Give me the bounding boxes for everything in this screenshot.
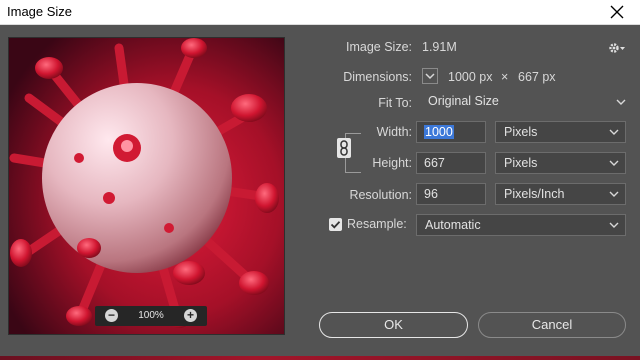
resolution-unit-value: Pixels/Inch — [504, 187, 565, 201]
close-button[interactable] — [594, 0, 640, 25]
width-unit-value: Pixels — [504, 125, 538, 139]
resolution-unit-select[interactable]: Pixels/Inch — [495, 183, 626, 205]
height-input[interactable]: 667 — [416, 152, 486, 174]
chevron-down-icon — [609, 160, 619, 166]
height-label: Height: — [372, 156, 412, 170]
chevron-down-icon — [425, 73, 435, 80]
dimensions-times: × — [501, 70, 509, 84]
dialog-body: − 100% + Image Size: 1.91M Dimensions: 1… — [0, 25, 640, 360]
constrain-proportions-link-icon[interactable] — [337, 138, 351, 158]
resolution-value: 96 — [424, 187, 438, 201]
dimensions-units-toggle[interactable] — [422, 68, 438, 84]
resample-checkbox[interactable] — [329, 218, 342, 231]
dimensions-width: 1000 px — [448, 70, 493, 84]
ok-button[interactable]: OK — [319, 312, 468, 338]
resample-value: Automatic — [425, 218, 481, 232]
zoom-in-icon[interactable]: + — [184, 309, 197, 322]
background-strip — [0, 356, 640, 360]
chevron-down-icon — [609, 129, 619, 135]
resolution-label: Resolution: — [349, 188, 412, 202]
dimensions-height: 667 px — [518, 70, 556, 84]
chevron-down-icon — [609, 191, 619, 197]
virus-image — [9, 38, 284, 334]
fit-to-select[interactable]: Original Size — [428, 94, 626, 110]
height-unit-select[interactable]: Pixels — [495, 152, 626, 174]
title-bar: Image Size — [0, 0, 640, 25]
checkmark-icon — [330, 221, 341, 229]
chevron-down-icon — [616, 99, 626, 105]
settings-gear-icon[interactable] — [608, 41, 626, 59]
image-preview[interactable]: − 100% + — [8, 37, 285, 335]
chevron-down-icon — [609, 222, 619, 228]
width-label: Width: — [376, 125, 412, 139]
image-size-label: Image Size: — [345, 40, 412, 54]
height-unit-value: Pixels — [504, 156, 538, 170]
resolution-input[interactable]: 96 — [416, 183, 486, 205]
dimensions-label: Dimensions: — [343, 70, 412, 84]
close-icon — [610, 5, 624, 19]
fit-to-value: Original Size — [428, 94, 499, 108]
resample-select[interactable]: Automatic — [416, 214, 626, 236]
resample-label: Resample: — [347, 217, 407, 231]
fit-to-label: Fit To: — [378, 96, 412, 110]
window-title: Image Size — [7, 4, 73, 19]
zoom-control: − 100% + — [95, 306, 207, 326]
height-value: 667 — [424, 156, 445, 170]
width-value: 1000 — [424, 125, 454, 139]
cancel-button[interactable]: Cancel — [478, 312, 626, 338]
image-size-value: 1.91M — [422, 40, 457, 54]
width-unit-select[interactable]: Pixels — [495, 121, 626, 143]
width-input[interactable]: 1000 — [416, 121, 486, 143]
